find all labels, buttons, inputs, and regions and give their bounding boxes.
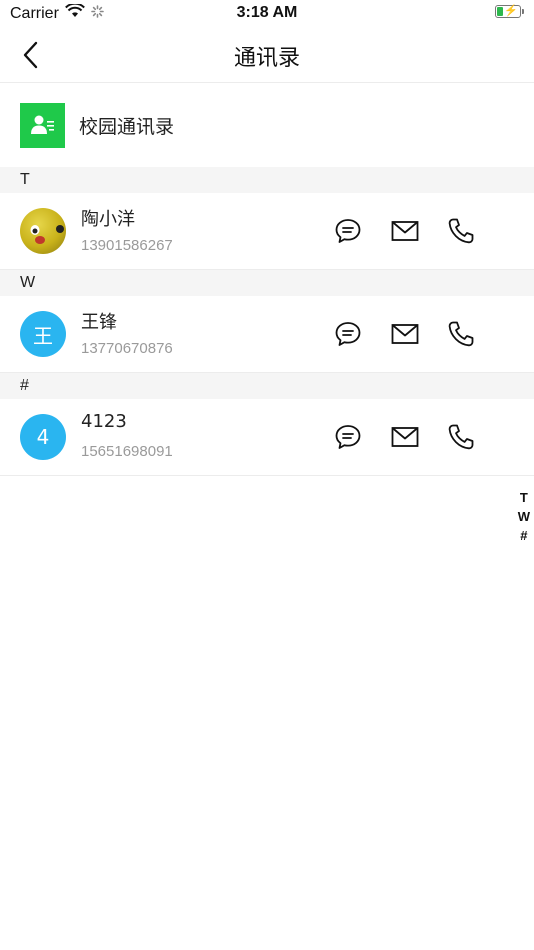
index-letter-w[interactable]: W [518, 507, 530, 526]
phone-icon [448, 424, 474, 450]
mail-button[interactable] [389, 215, 421, 247]
campus-directory-label: 校园通讯录 [79, 115, 175, 138]
campus-directory-entry[interactable]: 校园通讯录 [0, 83, 534, 167]
message-button[interactable] [332, 215, 364, 247]
contact-name: 王锋 [81, 312, 117, 333]
battery-cap [522, 9, 524, 14]
page-title: 通讯录 [233, 46, 300, 71]
message-button[interactable] [332, 318, 364, 350]
phone-icon [448, 218, 474, 244]
message-bubble-icon [335, 219, 361, 243]
contact-row[interactable]: 陶小洋 13901586267 [0, 193, 534, 270]
mail-button[interactable] [389, 421, 421, 453]
battery-fill [497, 7, 503, 16]
index-letter-t[interactable]: T [520, 488, 528, 507]
message-bubble-icon [335, 322, 361, 346]
mail-button[interactable] [389, 318, 421, 350]
avatar [20, 208, 66, 254]
section-header-hash: # [0, 373, 534, 399]
contact-phone: 13770670876 [81, 340, 173, 357]
contact-row[interactable]: 4 4123 15651698091 [0, 399, 534, 476]
message-bubble-icon [335, 425, 361, 449]
contact-card-icon [20, 102, 65, 148]
contact-name: 陶小洋 [81, 209, 135, 230]
alphabet-index-bar: T W # [518, 488, 530, 545]
mail-icon [391, 324, 419, 344]
status-time: 3:18 AM [236, 4, 298, 21]
call-button[interactable] [445, 318, 477, 350]
phone-icon [448, 321, 474, 347]
section-header-w: W [0, 270, 534, 296]
avatar: 4 [20, 414, 66, 460]
contact-phone: 15651698091 [81, 443, 173, 460]
call-button[interactable] [445, 215, 477, 247]
battery-icon: ⚡ [495, 5, 521, 18]
charging-bolt-icon: ⚡ [504, 5, 518, 17]
call-button[interactable] [445, 421, 477, 453]
index-letter-hash[interactable]: # [520, 526, 527, 545]
battery-indicator: ⚡ [495, 5, 524, 18]
section-header-t: T [0, 167, 534, 193]
avatar: 王 [20, 311, 66, 357]
nav-bar: 通讯录 [0, 28, 534, 83]
mail-icon [391, 427, 419, 447]
contact-name: 4123 [81, 411, 127, 432]
message-button[interactable] [332, 421, 364, 453]
contact-phone: 13901586267 [81, 237, 173, 254]
mail-icon [391, 221, 419, 241]
contact-row[interactable]: 王 王锋 13770670876 [0, 296, 534, 373]
status-bar: Carrier 3:18 AM ⚡ [0, 0, 534, 28]
